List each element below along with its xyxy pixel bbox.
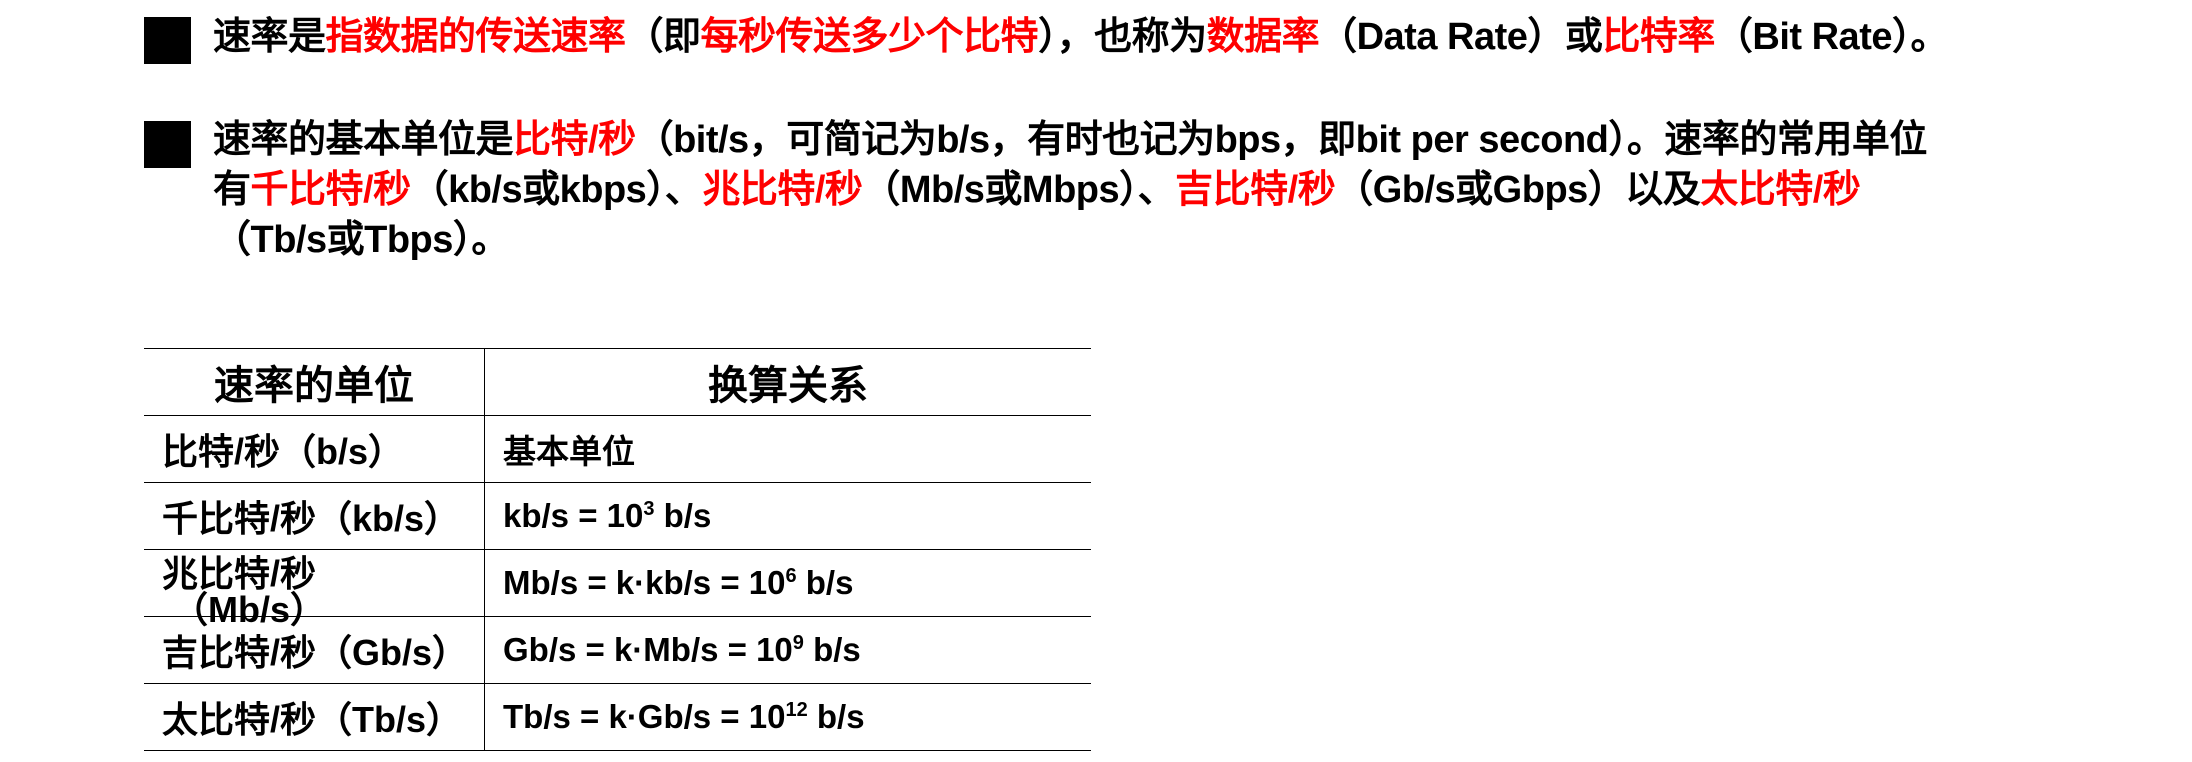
bullet-item-rate-units: 速率的基本单位是比特/秒（bit/s，可简记为b/s，有时也记为bps，即bit… — [144, 115, 2144, 275]
table-row: 比特/秒（b/s） 基本单位 — [144, 415, 1091, 483]
unit-cell: 千比特/秒（kb/s） — [144, 482, 485, 550]
conversion-cell: Mb/s = k·kb/s = 106 b/s — [484, 549, 1091, 617]
conversion-cell: Tb/s = k·Gb/s = 1012 b/s — [484, 683, 1091, 751]
text-segment: （kb/s或kbps）、 — [410, 169, 703, 211]
highlight-text-segment: 太比特/秒 — [1700, 169, 1861, 211]
rate-unit-conversion-table: 速率的单位 换算关系 比特/秒（b/s） 基本单位 千比特/秒（kb/s） kb… — [144, 348, 1091, 751]
table-row: 太比特/秒（Tb/s） Tb/s = k·Gb/s = 1012 b/s — [144, 683, 1091, 751]
text-segment: （Tb/s或Tbps）。 — [213, 219, 509, 261]
highlight-text-segment: 每秒传送多少个比特 — [700, 16, 1039, 58]
text-segment: 有 — [213, 169, 251, 211]
exponent: 3 — [643, 498, 655, 520]
unit-cell: 兆比特/秒 （Mb/s） — [144, 549, 485, 630]
text-segment: （Data Rate）或 — [1319, 16, 1603, 58]
column-header-conversion: 换算关系 — [484, 348, 1091, 416]
conversion-text: Gb/s = k·Mb/s = 10 — [503, 631, 793, 668]
text-segment: ），也称为 — [1038, 16, 1207, 58]
exponent: 9 — [792, 632, 804, 654]
conversion-text: 基本单位 — [503, 433, 635, 470]
square-bullet-icon — [144, 17, 191, 64]
text-segment: （Gb/s或Gbps）以及 — [1335, 169, 1701, 211]
exponent: 6 — [785, 565, 797, 587]
table-row: 兆比特/秒 （Mb/s） Mb/s = k·kb/s = 106 b/s — [144, 549, 1091, 630]
unit-abbreviation-overflow: （Mb/s） — [172, 589, 327, 630]
text-segment: （bit/s，可简记为b/s，有时也记为bps，即bit per second）… — [635, 119, 1928, 161]
unit-cell: 太比特/秒（Tb/s） — [144, 683, 485, 751]
conversion-text: Mb/s = k·kb/s = 10 — [503, 564, 786, 601]
square-bullet-icon — [144, 121, 191, 168]
conversion-cell: kb/s = 103 b/s — [484, 482, 1091, 550]
text-line: 有千比特/秒（kb/s或kbps）、兆比特/秒（Mb/s或Mbps）、吉比特/秒… — [213, 165, 2163, 215]
conversion-unit: b/s — [796, 564, 854, 601]
rate-definition-text: 速率是指数据的传送速率（即每秒传送多少个比特），也称为数据率（Data Rate… — [213, 12, 1948, 62]
highlight-text-segment: 比特/秒 — [513, 119, 636, 161]
text-segment: （即 — [625, 16, 702, 58]
conversion-unit: b/s — [803, 631, 861, 668]
highlight-text-segment: 吉比特/秒 — [1175, 169, 1336, 211]
column-header-unit: 速率的单位 — [144, 348, 485, 416]
rate-units-text: 速率的基本单位是比特/秒（bit/s，可简记为b/s，有时也记为bps，即bit… — [213, 115, 2163, 265]
text-line: （Tb/s或Tbps）。 — [213, 215, 2163, 265]
table-header-row: 速率的单位 换算关系 — [144, 348, 1091, 416]
conversion-cell: Gb/s = k·Mb/s = 109 b/s — [484, 616, 1091, 684]
unit-cell: 比特/秒（b/s） — [144, 415, 485, 483]
highlight-text-segment: 数据率 — [1206, 16, 1320, 58]
conversion-unit: b/s — [654, 497, 712, 534]
conversion-cell: 基本单位 — [484, 415, 1091, 483]
conversion-unit: b/s — [807, 698, 865, 735]
conversion-text: Tb/s = k·Gb/s = 10 — [503, 698, 786, 735]
text-segment: 速率是 — [213, 16, 326, 58]
bullet-item-rate-definition: 速率是指数据的传送速率（即每秒传送多少个比特），也称为数据率（Data Rate… — [144, 12, 2144, 64]
text-segment: （Mb/s或Mbps）、 — [862, 169, 1176, 211]
exponent: 12 — [785, 699, 808, 721]
table-row: 千比特/秒（kb/s） kb/s = 103 b/s — [144, 482, 1091, 550]
text-segment: （Bit Rate）。 — [1714, 16, 1949, 58]
text-line: 速率的基本单位是比特/秒（bit/s，可简记为b/s，有时也记为bps，即bit… — [213, 115, 2163, 165]
highlight-text-segment: 比特率 — [1602, 16, 1715, 58]
conversion-text: kb/s = 10 — [503, 497, 644, 534]
text-segment: 速率的基本单位是 — [213, 119, 514, 161]
highlight-text-segment: 兆比特/秒 — [702, 169, 863, 211]
highlight-text-segment: 千比特/秒 — [250, 169, 412, 211]
highlight-text-segment: 指数据的传送速率 — [325, 16, 627, 58]
